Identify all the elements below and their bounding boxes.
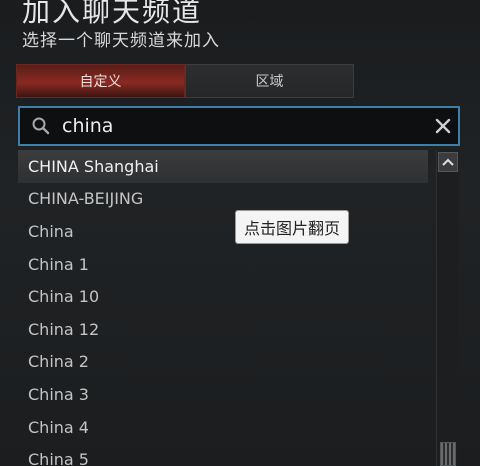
join-chat-channel-panel: 加入聊天频道 选择一个聊天频道来加入 自定义 区域 CHINA Shanghai… bbox=[0, 0, 480, 466]
list-item[interactable]: China 5 bbox=[18, 443, 428, 466]
search-icon bbox=[24, 116, 58, 136]
list-item[interactable]: China 1 bbox=[18, 248, 428, 281]
search-box bbox=[18, 106, 460, 146]
list-item[interactable]: China 3 bbox=[18, 378, 428, 411]
list-item[interactable]: China 2 bbox=[18, 346, 428, 379]
list-item[interactable]: China 12 bbox=[18, 313, 428, 346]
scroll-track[interactable] bbox=[438, 176, 458, 466]
page-flip-tooltip[interactable]: 点击图片翻页 bbox=[235, 210, 350, 244]
tab-region[interactable]: 区域 bbox=[185, 64, 354, 98]
page-subtitle: 选择一个聊天频道来加入 bbox=[22, 31, 220, 51]
channel-tabs: 自定义 区域 bbox=[16, 64, 354, 98]
tab-custom[interactable]: 自定义 bbox=[16, 64, 185, 98]
close-icon[interactable] bbox=[428, 117, 458, 135]
chevron-up-icon bbox=[442, 158, 454, 166]
channel-list: CHINA Shanghai CHINA-BEIJING China China… bbox=[18, 150, 428, 466]
list-item[interactable]: CHINA-BEIJING bbox=[18, 183, 428, 216]
search-input[interactable] bbox=[58, 108, 428, 144]
channel-list-scrollbar[interactable] bbox=[436, 150, 459, 466]
list-item[interactable]: China 10 bbox=[18, 280, 428, 313]
list-item[interactable]: China bbox=[18, 215, 428, 248]
scroll-up-button[interactable] bbox=[438, 152, 458, 172]
scroll-thumb[interactable] bbox=[440, 442, 456, 466]
list-item[interactable]: China 4 bbox=[18, 411, 428, 444]
list-item[interactable]: CHINA Shanghai bbox=[18, 150, 428, 183]
